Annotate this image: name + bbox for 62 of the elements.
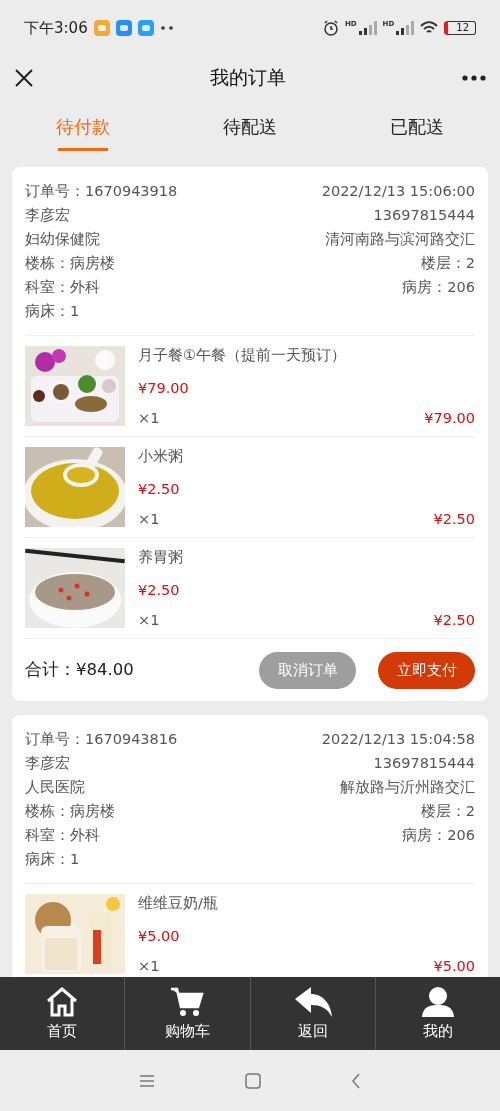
hospital-name: 妇幼保健院 [25, 229, 100, 249]
more-icon[interactable] [462, 75, 486, 81]
address: 清河南路与滨河路交汇 [325, 229, 475, 249]
room: 病房：206 [402, 277, 475, 297]
order-time: 2022/12/13 15:06:00 [321, 183, 475, 199]
room: 病房：206 [402, 825, 475, 845]
alarm-icon [322, 20, 339, 36]
floor: 楼层：2 [420, 801, 475, 821]
product-name: 月子餐①午餐（提前一天预订） [138, 346, 347, 365]
subtotal: ¥5.00 [433, 958, 475, 974]
cart-icon [170, 986, 205, 1018]
department: 科室：外科 [25, 277, 100, 297]
product-name: 维维豆奶/瓶 [138, 894, 219, 913]
order-time: 2022/12/13 15:04:58 [321, 731, 475, 747]
home-button-icon[interactable] [245, 1072, 261, 1089]
customer-name: 李彦宏 [25, 205, 70, 225]
building: 楼栋：病房楼 [25, 253, 115, 273]
address: 解放路与沂州路交汇 [340, 777, 475, 797]
phone-number: 13697815444 [373, 755, 475, 771]
quantity: ×1 [138, 958, 160, 974]
close-icon[interactable] [14, 68, 34, 88]
back-icon[interactable] [351, 1072, 361, 1089]
order-number: 订单号：1670943816 [25, 729, 178, 749]
building: 楼栋：病房楼 [25, 801, 115, 821]
nav-item[interactable]: 我的 [375, 977, 500, 1050]
page-title: 我的订单 [209, 65, 287, 90]
department: 科室：外科 [25, 825, 100, 845]
quantity: ×1 [138, 410, 160, 426]
unit-price: ¥2.50 [138, 581, 181, 598]
app-icon [137, 20, 154, 36]
user-icon [420, 986, 455, 1018]
subtotal: ¥2.50 [433, 511, 475, 527]
unit-price: ¥79.00 [138, 379, 190, 396]
app-icon [115, 20, 132, 36]
order-tab[interactable]: 待配送 [166, 100, 334, 156]
quantity: ×1 [138, 612, 160, 628]
pay-button[interactable]: 立即支付 [378, 651, 475, 689]
more-notifications-icon [159, 26, 174, 30]
quantity: ×1 [138, 511, 160, 527]
bed: 病床：1 [25, 301, 80, 321]
battery-indicator: 12 [444, 21, 476, 35]
hospital-name: 人民医院 [25, 777, 85, 797]
status-time: 下午3:06 [24, 18, 88, 38]
customer-name: 李彦宏 [25, 753, 70, 773]
home-icon [45, 986, 80, 1018]
signal-icon [396, 21, 415, 35]
subtotal: ¥79.00 [424, 410, 475, 426]
product-name: 小米粥 [138, 447, 184, 466]
wifi-icon [420, 21, 439, 35]
signal-icon [358, 21, 377, 35]
unit-price: ¥5.00 [138, 927, 181, 944]
phone-number: 13697815444 [373, 207, 475, 223]
bed: 病床：1 [25, 849, 80, 869]
order-number: 订单号：1670943918 [25, 181, 178, 201]
subtotal: ¥2.50 [433, 612, 475, 628]
floor: 楼层：2 [420, 253, 475, 273]
app-icon [93, 20, 110, 36]
product-name: 养胃粥 [138, 548, 184, 567]
order-total: 合计：¥84.00 [25, 659, 135, 681]
unit-price: ¥2.50 [138, 480, 181, 497]
menu-icon[interactable] [139, 1073, 155, 1088]
order-tab[interactable]: 已配送 [333, 100, 500, 156]
